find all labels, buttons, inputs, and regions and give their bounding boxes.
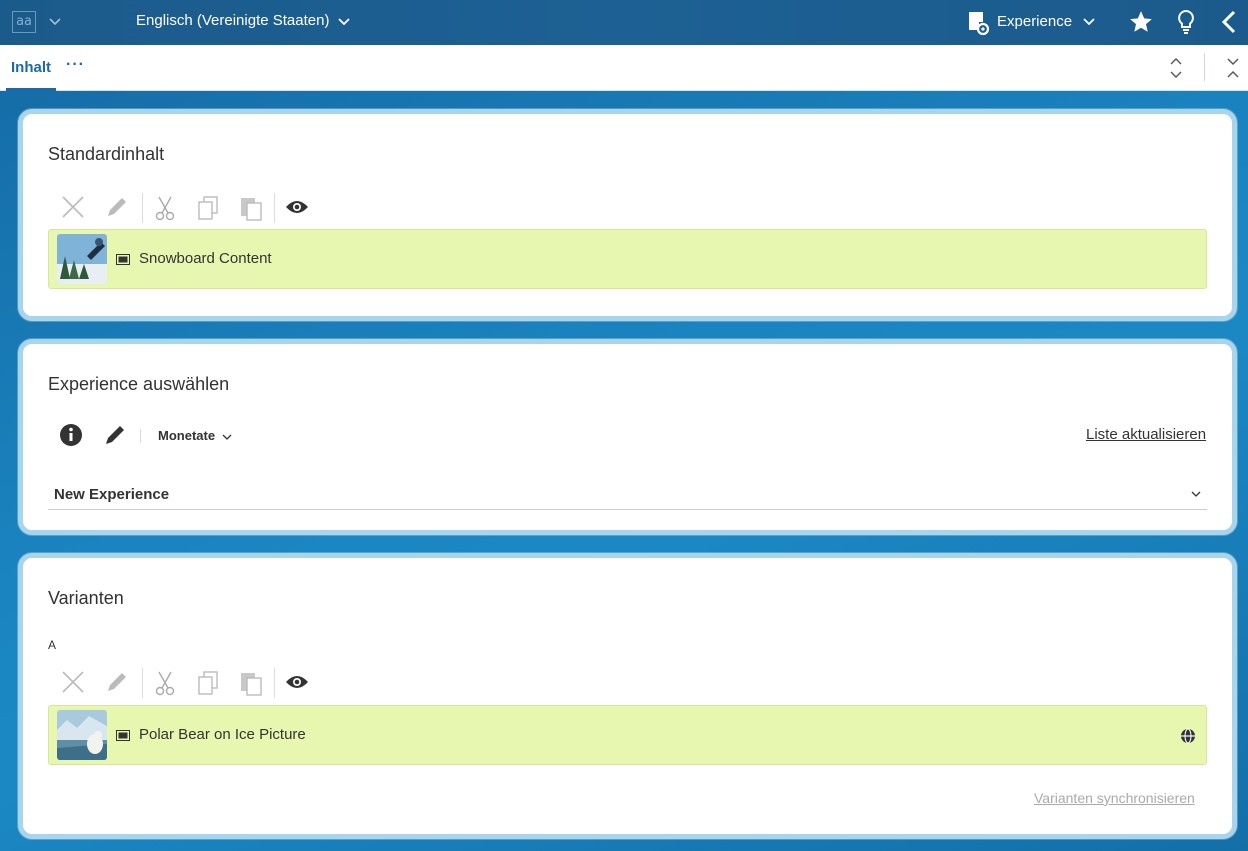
sync-variants-link[interactable]: Varianten synchronisieren bbox=[1034, 790, 1195, 806]
copy-icon[interactable] bbox=[196, 195, 220, 221]
pencil-icon[interactable] bbox=[103, 423, 127, 447]
back-icon[interactable] bbox=[1218, 9, 1240, 35]
refresh-list-link[interactable]: Liste aktualisieren bbox=[1086, 426, 1206, 443]
scissors-icon[interactable] bbox=[153, 670, 177, 696]
experience-menu[interactable]: Experience bbox=[997, 13, 1072, 30]
polar-bear-thumbnail bbox=[57, 710, 107, 760]
expand-icon[interactable] bbox=[1224, 55, 1242, 81]
selected-experience: New Experience bbox=[54, 486, 170, 503]
tab-bar: Inhalt ··· bbox=[0, 45, 1248, 91]
chevron-down-icon[interactable] bbox=[1082, 15, 1096, 29]
pencil-icon[interactable] bbox=[105, 195, 129, 219]
copy-icon[interactable] bbox=[196, 670, 220, 696]
chevron-down-icon[interactable] bbox=[222, 432, 232, 442]
panel-title: Standardinhalt bbox=[48, 144, 165, 164]
divider bbox=[142, 193, 143, 223]
paste-icon[interactable] bbox=[239, 195, 263, 221]
scissors-icon[interactable] bbox=[153, 195, 177, 221]
document-settings-icon[interactable] bbox=[967, 10, 991, 36]
locale-selector[interactable]: Englisch (Vereinigte Staaten) bbox=[136, 12, 329, 29]
panel-title: Experience auswählen bbox=[48, 374, 230, 394]
chevron-down-icon[interactable] bbox=[337, 14, 351, 30]
divider bbox=[274, 668, 275, 698]
content-item[interactable]: Snowboard Content bbox=[48, 229, 1207, 289]
lightbulb-icon[interactable] bbox=[1174, 8, 1198, 36]
collapse-icon[interactable] bbox=[1166, 55, 1186, 81]
standard-content-panel: Standardinhalt Snowboard Content bbox=[18, 109, 1237, 321]
close-icon[interactable] bbox=[61, 195, 85, 219]
snowboard-thumbnail bbox=[57, 234, 107, 284]
paste-icon[interactable] bbox=[239, 670, 263, 696]
variant-item[interactable]: Polar Bear on Ice Picture bbox=[48, 705, 1207, 765]
divider bbox=[140, 429, 141, 443]
eye-icon[interactable] bbox=[285, 673, 309, 691]
experience-panel: Experience auswählen Monetate Liste aktu… bbox=[18, 339, 1237, 535]
divider bbox=[1204, 53, 1205, 81]
divider bbox=[142, 668, 143, 698]
item-label: Snowboard Content bbox=[139, 250, 272, 267]
item-label: Polar Bear on Ice Picture bbox=[139, 726, 306, 743]
variant-name: A bbox=[48, 638, 57, 652]
picture-icon bbox=[116, 730, 130, 741]
globe-icon bbox=[1181, 728, 1195, 744]
eye-icon[interactable] bbox=[285, 198, 309, 216]
pencil-icon[interactable] bbox=[105, 670, 129, 694]
provider-selector[interactable]: Monetate bbox=[158, 428, 215, 443]
close-icon[interactable] bbox=[61, 670, 85, 694]
divider bbox=[274, 193, 275, 223]
picture-icon bbox=[116, 254, 130, 265]
experience-select[interactable]: New Experience bbox=[48, 478, 1207, 510]
variants-panel: Varianten A Polar Bear on Ice Picture Va… bbox=[18, 553, 1237, 839]
chevron-down-icon bbox=[1191, 491, 1201, 497]
chevron-down-icon[interactable] bbox=[48, 12, 62, 32]
info-icon[interactable] bbox=[59, 423, 83, 447]
tab-inhalt[interactable]: Inhalt bbox=[6, 45, 56, 91]
star-icon[interactable] bbox=[1128, 9, 1154, 35]
panel-title: Varianten bbox=[48, 588, 124, 608]
more-tabs-button[interactable]: ··· bbox=[66, 56, 85, 74]
lang-icon[interactable]: aa bbox=[12, 11, 36, 33]
top-bar: aa Englisch (Vereinigte Staaten) Experie… bbox=[0, 0, 1248, 45]
